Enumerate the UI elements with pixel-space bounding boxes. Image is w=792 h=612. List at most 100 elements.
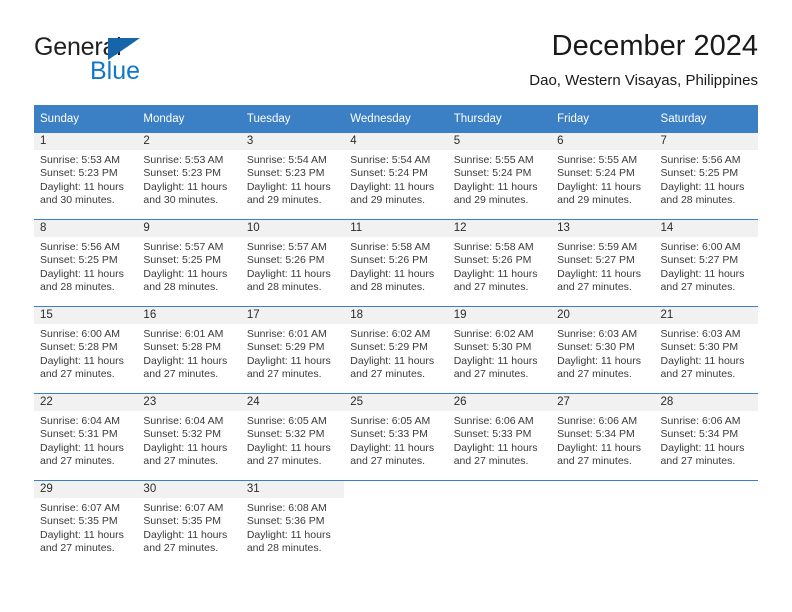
- day-details: Sunrise: 5:59 AM Sunset: 5:27 PM Daylight:…: [551, 237, 654, 295]
- sunset-text: Sunset: 5:26 PM: [350, 254, 428, 267]
- calendar-day-cell[interactable]: 19 Sunrise: 6:02 AM Sunset: 5:30 PM Dayligh…: [447, 307, 552, 393]
- daylight-text-line2: and 27 minutes.: [40, 542, 115, 555]
- calendar-day-cell[interactable]: 3 Sunrise: 5:54 AM Sunset: 5:23 PM Daylight…: [240, 133, 345, 219]
- sunrise-text: Sunrise: 6:04 AM: [40, 415, 120, 427]
- weekday-header-friday: Friday: [551, 105, 655, 133]
- daylight-text-line2: and 28 minutes.: [40, 281, 115, 294]
- daylight-text-line2: and 27 minutes.: [246, 368, 322, 381]
- calendar-day-cell[interactable]: 5 Sunrise: 5:55 AM Sunset: 5:24 PM Daylight…: [447, 133, 552, 219]
- calendar-day-cell[interactable]: 9 Sunrise: 5:57 AM Sunset: 5:25 PM Daylight…: [137, 220, 241, 306]
- calendar-day-cell[interactable]: 11 Sunrise: 5:58 AM Sunset: 5:26 PM Dayligh…: [344, 220, 448, 306]
- day-details: Sunrise: 6:05 AM Sunset: 5:32 PM Daylight:…: [241, 411, 344, 469]
- sunrise-text: Sunrise: 5:53 AM: [143, 154, 224, 166]
- daylight-text-line1: Daylight: 11 hours: [660, 354, 745, 367]
- day-number: 26: [447, 394, 552, 411]
- day-details: Sunrise: 6:06 AM Sunset: 5:33 PM Daylight:…: [448, 411, 551, 469]
- day-number: 23: [137, 394, 241, 411]
- sunrise-text: Sunrise: 6:02 AM: [453, 328, 534, 340]
- day-number: 27: [551, 394, 655, 411]
- sunrise-text: Sunrise: 5:58 AM: [453, 241, 534, 253]
- sunset-text: Sunset: 5:24 PM: [350, 167, 428, 180]
- calendar-week-row: 1 Sunrise: 5:53 AM Sunset: 5:23 PM Daylight…: [34, 133, 758, 219]
- daylight-text-line2: and 27 minutes.: [453, 368, 529, 381]
- daylight-text-line1: Daylight: 11 hours: [453, 267, 538, 280]
- calendar-day-cell[interactable]: 29 Sunrise: 6:07 AM Sunset: 5:35 PM Dayligh…: [34, 481, 138, 567]
- day-number: 1: [34, 133, 138, 150]
- day-details: Sunrise: 5:55 AM Sunset: 5:24 PM Daylight:…: [448, 150, 551, 208]
- calendar-day-cell[interactable]: 26 Sunrise: 6:06 AM Sunset: 5:33 PM Dayligh…: [447, 394, 552, 480]
- calendar-day-cell[interactable]: 14 Sunrise: 6:00 AM Sunset: 5:27 PM Dayligh…: [654, 220, 758, 306]
- day-number: 10: [240, 220, 345, 237]
- daylight-text-line2: and 28 minutes.: [143, 281, 219, 294]
- sunrise-text: Sunrise: 5:55 AM: [557, 154, 638, 166]
- sunset-text: Sunset: 5:34 PM: [660, 428, 739, 441]
- calendar-day-cell[interactable]: 18 Sunrise: 6:02 AM Sunset: 5:29 PM Dayligh…: [344, 307, 448, 393]
- day-number: 22: [34, 394, 138, 411]
- day-details: Sunrise: 6:04 AM Sunset: 5:31 PM Daylight:…: [34, 411, 137, 469]
- daylight-text-line2: and 30 minutes.: [40, 194, 115, 207]
- calendar-day-cell[interactable]: 31 Sunrise: 6:08 AM Sunset: 5:36 PM Dayligh…: [240, 481, 345, 567]
- calendar-day-cell[interactable]: 8 Sunrise: 5:56 AM Sunset: 5:25 PM Daylight…: [34, 220, 138, 306]
- daylight-text-line2: and 27 minutes.: [453, 455, 529, 468]
- day-details: Sunrise: 5:57 AM Sunset: 5:25 PM Daylight:…: [137, 237, 240, 295]
- sunrise-sunset-calendar: Sunday Monday Tuesday Wednesday Thursday…: [34, 105, 758, 567]
- day-details: Sunrise: 5:55 AM Sunset: 5:24 PM Daylight:…: [551, 150, 654, 208]
- calendar-day-cell[interactable]: 24 Sunrise: 6:05 AM Sunset: 5:32 PM Dayligh…: [240, 394, 345, 480]
- weekday-header-tuesday: Tuesday: [240, 105, 345, 133]
- daylight-text-line1: Daylight: 11 hours: [350, 180, 435, 193]
- day-number: 24: [240, 394, 345, 411]
- calendar-day-cell[interactable]: 4 Sunrise: 5:54 AM Sunset: 5:24 PM Daylight…: [344, 133, 448, 219]
- general-blue-logo[interactable]: General Blue: [34, 34, 224, 90]
- sunrise-text: Sunrise: 5:56 AM: [660, 154, 741, 166]
- daylight-text-line2: and 27 minutes.: [40, 455, 115, 468]
- day-number: [344, 481, 447, 498]
- daylight-text-line2: and 27 minutes.: [143, 368, 219, 381]
- sunrise-text: Sunrise: 5:54 AM: [350, 154, 431, 166]
- calendar-day-cell[interactable]: 23 Sunrise: 6:04 AM Sunset: 5:32 PM Dayligh…: [137, 394, 241, 480]
- daylight-text-line2: and 27 minutes.: [660, 455, 736, 468]
- day-number: [448, 481, 551, 498]
- sunset-text: Sunset: 5:36 PM: [246, 515, 325, 528]
- day-details: Sunrise: 6:06 AM Sunset: 5:34 PM Daylight:…: [655, 411, 758, 469]
- calendar-day-cell[interactable]: 22 Sunrise: 6:04 AM Sunset: 5:31 PM Dayligh…: [34, 394, 138, 480]
- sunset-text: Sunset: 5:34 PM: [557, 428, 635, 441]
- calendar-day-cell[interactable]: 20 Sunrise: 6:03 AM Sunset: 5:30 PM Dayligh…: [551, 307, 655, 393]
- daylight-text-line1: Daylight: 11 hours: [246, 180, 331, 193]
- calendar-day-cell[interactable]: 12 Sunrise: 5:58 AM Sunset: 5:26 PM Dayligh…: [447, 220, 552, 306]
- calendar-day-cell[interactable]: 7 Sunrise: 5:56 AM Sunset: 5:25 PM Daylight…: [654, 133, 758, 219]
- day-details: Sunrise: 5:54 AM Sunset: 5:23 PM Daylight:…: [241, 150, 344, 208]
- daylight-text-line1: Daylight: 11 hours: [246, 267, 331, 280]
- day-details: Sunrise: 6:07 AM Sunset: 5:35 PM Daylight:…: [137, 498, 240, 556]
- sunrise-text: Sunrise: 6:07 AM: [40, 502, 120, 514]
- calendar-day-cell[interactable]: 10 Sunrise: 5:57 AM Sunset: 5:26 PM Dayligh…: [240, 220, 345, 306]
- calendar-day-cell[interactable]: 15 Sunrise: 6:00 AM Sunset: 5:28 PM Dayligh…: [34, 307, 138, 393]
- calendar-day-cell[interactable]: 25 Sunrise: 6:05 AM Sunset: 5:33 PM Dayligh…: [344, 394, 448, 480]
- sunset-text: Sunset: 5:23 PM: [143, 167, 222, 180]
- sunrise-text: Sunrise: 6:02 AM: [350, 328, 431, 340]
- calendar-week-row: 8 Sunrise: 5:56 AM Sunset: 5:25 PM Daylight…: [34, 220, 758, 306]
- sunset-text: Sunset: 5:23 PM: [40, 167, 118, 180]
- daylight-text-line2: and 27 minutes.: [557, 455, 632, 468]
- daylight-text-line1: Daylight: 11 hours: [246, 528, 331, 541]
- day-details: Sunrise: 6:03 AM Sunset: 5:30 PM Daylight:…: [551, 324, 654, 382]
- day-number: [551, 481, 654, 498]
- calendar-day-cell[interactable]: 2 Sunrise: 5:53 AM Sunset: 5:23 PM Daylight…: [137, 133, 241, 219]
- day-number: 16: [137, 307, 241, 324]
- daylight-text-line1: Daylight: 11 hours: [246, 354, 331, 367]
- calendar-day-cell[interactable]: 27 Sunrise: 6:06 AM Sunset: 5:34 PM Dayligh…: [551, 394, 655, 480]
- calendar-day-cell[interactable]: 16 Sunrise: 6:01 AM Sunset: 5:28 PM Dayligh…: [137, 307, 241, 393]
- calendar-day-cell[interactable]: 1 Sunrise: 5:53 AM Sunset: 5:23 PM Daylight…: [34, 133, 138, 219]
- day-details: Sunrise: 6:01 AM Sunset: 5:28 PM Daylight:…: [137, 324, 240, 382]
- sunrise-text: Sunrise: 6:00 AM: [660, 241, 741, 253]
- day-details: Sunrise: 6:07 AM Sunset: 5:35 PM Daylight:…: [34, 498, 137, 556]
- sunrise-text: Sunrise: 6:05 AM: [246, 415, 327, 427]
- calendar-day-cell[interactable]: 6 Sunrise: 5:55 AM Sunset: 5:24 PM Daylight…: [551, 133, 655, 219]
- calendar-day-cell[interactable]: 17 Sunrise: 6:01 AM Sunset: 5:29 PM Dayligh…: [240, 307, 345, 393]
- calendar-day-cell[interactable]: 21 Sunrise: 6:03 AM Sunset: 5:30 PM Dayligh…: [654, 307, 758, 393]
- daylight-text-line1: Daylight: 11 hours: [453, 180, 538, 193]
- daylight-text-line2: and 27 minutes.: [350, 368, 425, 381]
- calendar-day-cell[interactable]: 13 Sunrise: 5:59 AM Sunset: 5:27 PM Dayligh…: [551, 220, 655, 306]
- calendar-day-cell[interactable]: 28 Sunrise: 6:06 AM Sunset: 5:34 PM Dayligh…: [654, 394, 758, 480]
- day-details: Sunrise: 6:05 AM Sunset: 5:33 PM Daylight:…: [344, 411, 447, 469]
- calendar-day-cell[interactable]: 30 Sunrise: 6:07 AM Sunset: 5:35 PM Dayligh…: [137, 481, 241, 567]
